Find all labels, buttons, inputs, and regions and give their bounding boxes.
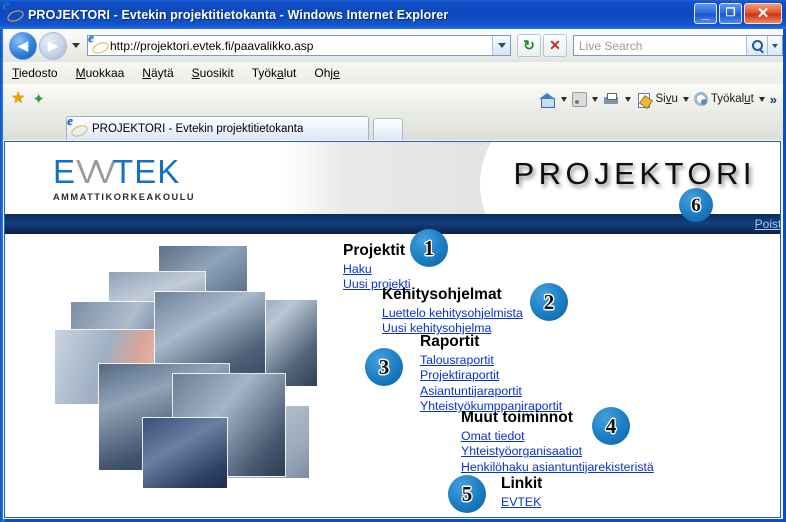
search-input[interactable]: Live Search [573,35,783,56]
nav-link-haku[interactable]: Haku [343,262,411,278]
address-dropdown-icon[interactable] [492,36,510,55]
stop-button[interactable]: ✕ [543,34,567,57]
menu-item-tiedosto[interactable]: Tiedosto [3,64,67,82]
collage-photo [143,418,227,488]
site-header: EVVTEK AMMATTIKORKEAKOULU PROJEKTORI [5,142,780,214]
evtek-logo-subtitle: AMMATTIKORKEAKOULU [53,192,196,202]
nav-link-luettelo-kehitysohjelmista[interactable]: Luettelo kehitysohjelmista [382,306,523,322]
callout-badge-2: 2 [530,283,568,321]
new-tab-button[interactable] [373,118,403,140]
nav-link-talousraportit[interactable]: Talousraportit [420,353,562,369]
chevron-down-icon[interactable] [591,96,598,102]
site-title: PROJEKTORI [513,156,756,191]
minimize-button[interactable]: _ [694,3,717,24]
page-viewport: EVVTEK AMMATTIKORKEAKOULU PROJEKTORI Poi… [4,141,781,518]
window-controls: _ ❐ ✕ [694,3,782,24]
browser-chrome: ◀ ▶ e http://projektori.evtek.fi/paavali… [3,29,783,519]
logout-link[interactable]: Poistu [755,217,780,231]
tab-strip: e PROJEKTORI - Evtekin projektitietokant… [3,113,783,140]
site-navigation-bar: Poistu [5,214,780,234]
home-icon [538,92,556,108]
screenshot-root: e PROJEKTORI - Evtekin projektitietokant… [0,0,786,522]
page-menu-button[interactable]: Sivu [636,92,689,108]
nav-link-projektiraportit[interactable]: Projektiraportit [420,368,562,384]
callout-badge-4: 4 [592,407,630,445]
tab-favicon: e [67,113,90,139]
search-icon[interactable] [746,36,767,55]
menu-heading: Linkit [501,475,543,492]
menu-group-kehitysohjelmat: Kehitysohjelmat Luettelo kehitysohjelmis… [382,286,523,337]
logo-letters-tek: TEK [113,153,181,190]
print-button[interactable] [603,92,631,107]
command-bar: Sivu Työkalut » [538,86,781,112]
address-input[interactable]: e http://projektori.evtek.fi/paavalikko.… [87,30,511,56]
menu-item-ohje[interactable]: Ohje [305,64,348,82]
back-button[interactable]: ◀ [9,31,37,60]
photo-collage [47,246,319,504]
menu-heading: Projektit [343,242,406,259]
menu-item-nayta[interactable]: Näytä [133,64,182,82]
nav-link-henkilohaku[interactable]: Henkilöhaku asiantuntijarekisteristä [461,460,654,476]
menu-item-tyokalut[interactable]: Työkalut [243,64,306,82]
callout-badge-3: 3 [365,348,403,386]
callout-badge-1: 1 [410,229,448,267]
menu-item-muokkaa[interactable]: Muokkaa [67,64,134,82]
menu-heading: Kehitysohjelmat [382,286,502,303]
callout-badge-5: 5 [448,475,486,513]
menu-group-raportit: Raportit Talousraportit Projektiraportit… [420,333,562,415]
chevron-down-icon[interactable] [624,96,631,102]
forward-button[interactable]: ▶ [39,31,67,60]
nav-link-yhteistyoorganisaatiot[interactable]: Yhteistyöorganisaatiot [461,444,654,460]
page-icon [636,92,653,108]
callout-badge-6: 6 [679,188,713,222]
chevron-down-icon[interactable] [682,96,689,102]
logo-ligature-vv: VV [76,153,116,190]
chevron-down-icon[interactable] [560,96,567,102]
browser-window: e PROJEKTORI - Evtekin projektitietokant… [0,0,786,522]
evtek-logo-wordmark: EVVTEK [53,155,195,188]
rss-icon [571,91,587,107]
internet-explorer-icon: e [2,0,26,24]
gear-icon [693,92,708,106]
page-favicon: e [88,30,111,56]
address-url-text: http://projektori.evtek.fi/paavalikko.as… [110,38,314,53]
menu-heading: Raportit [420,333,480,350]
favorites-center-icon[interactable]: ★ [11,91,25,107]
command-bar-overflow-button[interactable]: » [770,92,777,107]
nav-link-asiantuntijaraportit[interactable]: Asiantuntijaraportit [420,384,562,400]
add-to-favorites-icon[interactable]: ✦ [32,92,45,107]
search-provider-dropdown-icon[interactable] [767,36,782,55]
menu-bar: Tiedosto Muokkaa Näytä Suosikit Työkalut… [3,62,783,84]
chevron-down-icon[interactable] [758,96,765,102]
tools-menu-button[interactable]: Työkalut [693,92,765,106]
refresh-button[interactable]: ↻ [517,34,541,57]
evtek-logo: EVVTEK AMMATTIKORKEAKOULU [53,155,195,202]
home-button[interactable] [538,92,567,108]
nav-link-evtek[interactable]: EVTEK [501,495,542,511]
title-bar: e PROJEKTORI - Evtekin projektitietokant… [0,0,786,29]
tab-label: PROJEKTORI - Evtekin projektitietokanta [92,122,304,135]
logo-letter-e: E [53,153,77,190]
search-placeholder: Live Search [579,38,643,53]
maximize-button[interactable]: ❐ [719,3,742,24]
window-title: PROJEKTORI - Evtekin projektitietokanta … [28,7,449,22]
feeds-button[interactable] [571,91,598,107]
recent-pages-dropdown-icon[interactable] [72,43,80,48]
printer-icon [603,92,620,107]
menu-item-suosikit[interactable]: Suosikit [183,64,243,82]
address-bar-row: ◀ ▶ e http://projektori.evtek.fi/paavali… [3,29,783,62]
close-button[interactable]: ✕ [744,3,782,24]
menu-group-linkit: Linkit EVTEK [501,475,542,510]
tab-projektori[interactable]: e PROJEKTORI - Evtekin projektitietokant… [66,113,369,140]
